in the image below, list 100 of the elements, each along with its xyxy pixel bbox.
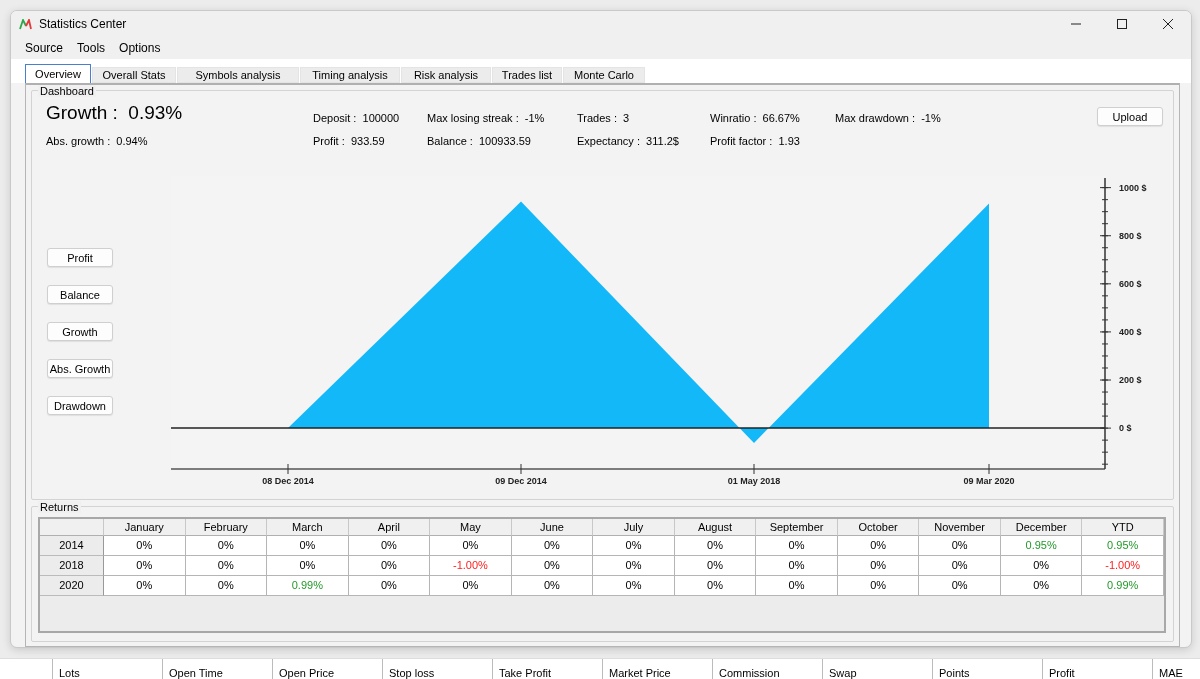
table-cell: -1.00% — [1082, 556, 1164, 576]
window-title: Statistics Center — [39, 17, 128, 31]
maximize-icon — [1117, 19, 1127, 29]
column-header: Market Price — [602, 659, 712, 679]
x-tick-label: 09 Dec 2014 — [495, 476, 547, 486]
column-header: June — [511, 519, 594, 536]
row-header: 2014 — [40, 536, 104, 556]
table-cell: 0% — [919, 576, 1001, 596]
table-cell: 0% — [104, 536, 186, 556]
column-header: May — [430, 519, 512, 536]
column-header: August — [674, 519, 757, 536]
tab[interactable]: Trades list — [492, 67, 562, 83]
table-cell: 0% — [756, 576, 838, 596]
table-cell: 0% — [104, 556, 186, 576]
stat-text: Winratio : 66.67% — [710, 112, 801, 124]
table-cell: 0% — [511, 536, 594, 556]
table-cell: 0% — [104, 576, 186, 596]
chart-mode-button[interactable]: Balance — [47, 285, 113, 304]
table-cell: 0% — [430, 536, 512, 556]
column-header: November — [919, 519, 1001, 536]
tab[interactable]: Symbols analysis — [177, 67, 299, 83]
table-cell: 0% — [756, 556, 838, 576]
y-tick-label: 200 $ — [1119, 375, 1142, 385]
table-cell: 0% — [185, 536, 268, 556]
x-tick-label: 01 May 2018 — [727, 476, 781, 486]
column-header: September — [756, 519, 838, 536]
tab[interactable]: Overview — [25, 64, 91, 83]
table-cell: 0% — [1000, 576, 1083, 596]
table-cell: 0% — [756, 536, 838, 556]
column-header: Profit — [1042, 659, 1152, 679]
column-header: Swap — [822, 659, 932, 679]
group-title: Returns — [38, 501, 81, 513]
table-cell: 0% — [511, 576, 594, 596]
chart-mode-button[interactable]: Profit — [47, 248, 113, 267]
stat-text: Profit : 933.59 — [313, 135, 386, 147]
stat-text: Expectancy : 311.2$ — [577, 135, 680, 147]
group-title: Dashboard — [38, 85, 96, 97]
row-header: 2018 — [40, 556, 104, 576]
chart-mode-button[interactable]: Drawdown — [47, 396, 113, 415]
table-cell: 0.95% — [1000, 536, 1083, 556]
y-tick-label: 800 $ — [1119, 230, 1142, 241]
row-header: 2020 — [40, 576, 104, 596]
table-cell: 0% — [593, 556, 675, 576]
table-cell: 0% — [593, 576, 675, 596]
tab[interactable]: Timing analysis — [300, 67, 400, 83]
stat-text: Balance : 100933.59 — [427, 135, 532, 147]
column-header: March — [267, 519, 349, 536]
column-header: Lots — [52, 659, 162, 679]
stat-text: Deposit : 100000 — [313, 112, 401, 124]
column-header: February — [185, 519, 268, 536]
table-cell: 0% — [674, 556, 757, 576]
menu-item[interactable]: Options — [113, 41, 169, 55]
growth-headline: Growth : 0.93% — [46, 102, 184, 124]
column-header: Take Profit — [492, 659, 602, 679]
tab[interactable]: Overall Stats — [92, 67, 176, 83]
column-header: MAE — [1152, 659, 1200, 679]
column-header: YTD — [1082, 519, 1164, 536]
upload-button[interactable]: Upload — [1097, 107, 1163, 126]
table-cell: 0% — [348, 556, 431, 576]
table-cell: 0% — [185, 556, 268, 576]
table-cell: 0% — [919, 556, 1001, 576]
column-header: Stop loss — [382, 659, 492, 679]
table-cell: 0% — [267, 556, 349, 576]
column-header: Open Price — [272, 659, 382, 679]
stat-text: Profit factor : 1.93 — [710, 135, 801, 147]
y-tick-label: 1000 $ — [1119, 182, 1147, 193]
x-tick-label: 08 Dec 2014 — [262, 476, 314, 486]
chart-mode-button[interactable]: Growth — [47, 322, 113, 341]
column-header: Points — [932, 659, 1042, 679]
column-header: Open Time — [162, 659, 272, 679]
stat-text: Max losing streak : -1% — [427, 112, 546, 124]
tab[interactable]: Risk analysis — [401, 67, 491, 83]
table-cell: 0% — [593, 536, 675, 556]
table-cell: 0% — [430, 576, 512, 596]
table-cell: 0% — [674, 576, 757, 596]
table-cell: 0% — [1000, 556, 1083, 576]
y-tick-label: 0 $ — [1119, 423, 1132, 434]
y-tick-label: 600 $ — [1119, 278, 1142, 289]
stat-text: Abs. growth : 0.94% — [46, 135, 149, 147]
close-icon — [1163, 19, 1173, 29]
table-cell: 0% — [674, 536, 757, 556]
tab[interactable]: Monte Carlo — [563, 67, 645, 83]
chart-mode-button[interactable]: Abs. Growth — [47, 359, 113, 378]
table-cell: 0% — [837, 576, 920, 596]
app-logo-icon — [19, 18, 33, 30]
table-cell: 0% — [511, 556, 594, 576]
table-cell: 0% — [837, 536, 920, 556]
x-tick-label: 09 Mar 2020 — [963, 476, 1015, 486]
column-header: October — [837, 519, 920, 536]
y-tick-label: 400 $ — [1119, 326, 1142, 337]
menu-item[interactable]: Source — [19, 41, 72, 55]
column-header: July — [593, 519, 675, 536]
column-header: January — [104, 519, 186, 536]
table-cell: -1.00% — [430, 556, 512, 576]
table-cell: 0.95% — [1082, 536, 1164, 556]
table-cell: 0.99% — [1082, 576, 1164, 596]
table-cell: 0% — [185, 576, 268, 596]
column-header: December — [1000, 519, 1083, 536]
stat-text: Max drawdown : -1% — [835, 112, 942, 124]
menu-item[interactable]: Tools — [71, 41, 114, 55]
